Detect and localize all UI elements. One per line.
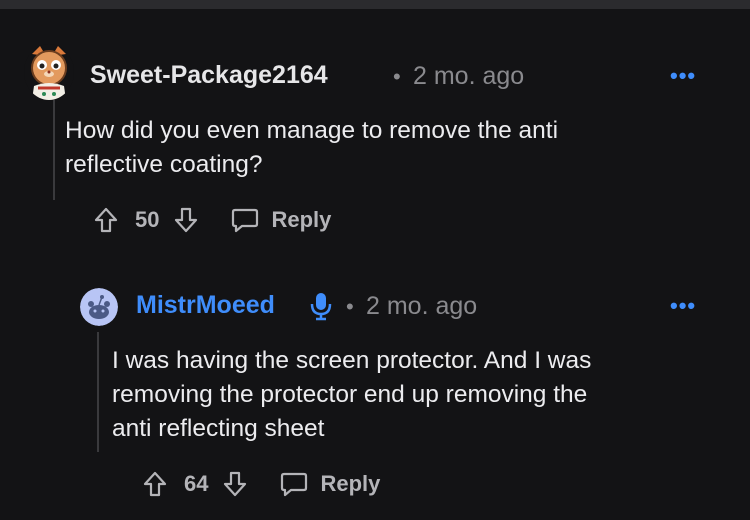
vote-score: 64 <box>184 471 209 496</box>
arrow-up-outline-icon <box>143 471 167 497</box>
upvote-button[interactable] <box>142 470 168 498</box>
microphone-icon <box>310 291 332 326</box>
thread-line-2[interactable] <box>97 332 99 452</box>
reply-button[interactable]: Reply <box>280 471 380 497</box>
upvote-button[interactable] <box>93 206 119 234</box>
username[interactable]: MistrMoeed <box>136 291 275 320</box>
snoo-avatar-icon <box>80 288 118 326</box>
comment-actions: 50 Reply <box>93 206 331 234</box>
comment-line: anti reflecting sheet <box>112 415 325 442</box>
arrow-down-outline-icon <box>175 207 198 233</box>
comment-actions: 64 Reply <box>142 470 380 498</box>
thread-line-1[interactable] <box>53 100 55 200</box>
comment-line: I was having the screen protector. And I… <box>112 347 592 374</box>
downvote-button[interactable] <box>173 206 199 234</box>
avatar[interactable] <box>80 288 118 326</box>
timestamp[interactable]: 2 mo. ago <box>413 62 524 91</box>
vote-score: 50 <box>135 207 160 232</box>
arrow-up-outline-icon <box>94 207 118 233</box>
speech-bubble-icon <box>281 472 308 497</box>
separator-dot: • <box>393 64 401 89</box>
username[interactable]: Sweet-Package2164 <box>90 61 328 90</box>
comment-line: reflective coating? <box>65 151 263 178</box>
comment-body: How did you even manage to remove the an… <box>65 114 558 182</box>
reply-label: Reply <box>271 207 332 232</box>
avatar[interactable] <box>24 44 74 100</box>
comment-line: removing the protector end up removing t… <box>112 381 588 408</box>
more-options-button[interactable]: ••• <box>670 293 696 319</box>
separator-dot: • <box>346 294 354 319</box>
cat-avatar-icon <box>24 44 74 100</box>
comment-body: I was having the screen protector. And I… <box>112 344 591 446</box>
comment-line: How did you even manage to remove the an… <box>65 117 559 144</box>
timestamp[interactable]: 2 mo. ago <box>366 292 477 321</box>
more-options-button[interactable]: ••• <box>670 63 696 89</box>
reply-label: Reply <box>320 471 381 496</box>
speech-bubble-icon <box>232 208 259 233</box>
reply-button[interactable]: Reply <box>231 207 331 233</box>
top-bar <box>0 0 750 9</box>
arrow-down-outline-icon <box>224 471 247 497</box>
downvote-button[interactable] <box>222 470 248 498</box>
